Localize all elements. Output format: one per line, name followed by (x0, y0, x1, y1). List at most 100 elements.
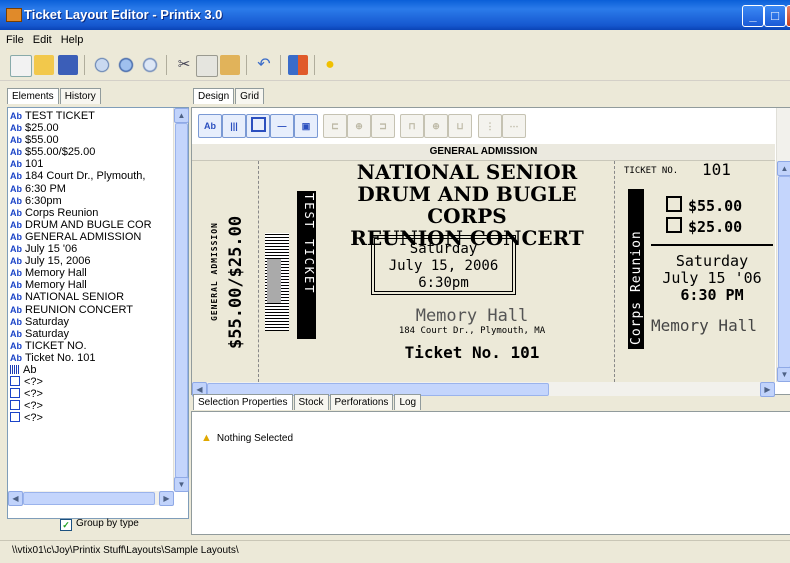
open-folder-icon[interactable] (34, 55, 54, 75)
tab-selection-properties[interactable]: Selection Properties (193, 394, 293, 410)
list-item[interactable]: Ab NATIONAL SENIOR (10, 291, 174, 303)
text-tool-icon[interactable]: Ab (198, 114, 222, 138)
cut-icon[interactable]: ✂ (174, 55, 194, 75)
text-element-icon: Ab (10, 328, 22, 339)
list-item[interactable]: Ab July 15, 2006 (10, 255, 174, 267)
list-item[interactable]: Ab $55.00/$25.00 (10, 146, 174, 158)
space-vertical-icon[interactable]: ⋯ (502, 114, 526, 138)
event-day: Saturday (409, 241, 478, 257)
list-item[interactable]: Ab 184 Court Dr., Plymouth, (10, 170, 174, 182)
align-right-icon[interactable]: ⊐ (371, 114, 395, 138)
list-item[interactable]: Ab Memory Hall (10, 267, 174, 279)
scroll-left-button[interactable]: ◀ (8, 491, 23, 506)
line-tool-icon[interactable]: — (270, 114, 294, 138)
paste-icon[interactable] (220, 55, 240, 75)
list-item-label: 101 (25, 158, 44, 171)
list-item-label: Saturday (25, 327, 70, 340)
minimize-button[interactable]: _ (742, 5, 764, 27)
list-item[interactable]: Ab Memory Hall (10, 279, 174, 291)
scroll-down-button[interactable]: ▼ (777, 367, 790, 382)
maximize-button[interactable]: □ (764, 5, 786, 27)
list-item[interactable]: <?> (10, 388, 174, 400)
align-top-icon[interactable]: ⊓ (400, 114, 424, 138)
list-item[interactable]: Ab $25.00 (10, 122, 174, 134)
scroll-right-button[interactable]: ▶ (159, 491, 174, 506)
list-item-label: 6:30 PM (25, 182, 66, 195)
list-item[interactable]: Ab Saturday (10, 328, 174, 340)
align-center-icon[interactable]: ⊕ (347, 114, 371, 138)
properties-icon[interactable] (288, 55, 308, 75)
stub-ticket-label: TICKET NO. (624, 166, 679, 176)
close-button[interactable]: X (786, 5, 790, 27)
toolbar-separator (84, 55, 85, 75)
align-bottom-icon[interactable]: ⊔ (448, 114, 472, 138)
elements-vertical-scrollbar[interactable]: ▲ ▼ (173, 108, 189, 492)
tab-grid[interactable]: Grid (235, 88, 265, 104)
list-item[interactable]: Ab (10, 364, 174, 376)
list-item[interactable]: Ab Saturday (10, 316, 174, 328)
price-option-2[interactable]: $25.00 (666, 217, 742, 236)
undo-icon[interactable]: ↶ (254, 55, 274, 75)
checkbox-icon[interactable] (666, 196, 682, 212)
tab-log[interactable]: Log (394, 394, 422, 410)
list-item[interactable]: Ab REUNION CONCERT (10, 304, 174, 316)
barcode-tool-icon[interactable]: ||| (222, 114, 246, 138)
scroll-up-button[interactable]: ▲ (174, 108, 189, 123)
list-item[interactable]: Ab DRUM AND BUGLE COR (10, 219, 174, 231)
list-item[interactable]: Ab $55.00 (10, 134, 174, 146)
stub-date: July 15 '06 (662, 269, 762, 287)
scroll-right-button[interactable]: ▶ (760, 382, 775, 397)
list-item[interactable]: <?> (10, 400, 174, 412)
list-item[interactable]: Ab 101 (10, 158, 174, 170)
space-horizontal-icon[interactable]: ⋮ (478, 114, 502, 138)
app-icon (6, 8, 22, 22)
scroll-thumb[interactable] (175, 123, 188, 478)
menu-help[interactable]: Help (55, 32, 87, 46)
scroll-thumb[interactable] (778, 176, 790, 368)
list-item-label: July 15 '06 (25, 243, 78, 256)
rectangle-tool-icon[interactable] (246, 114, 270, 138)
list-item[interactable]: Ab 6:30 PM (10, 183, 174, 195)
list-item[interactable]: Ab July 15 '06 (10, 243, 174, 255)
lightbulb-icon[interactable]: ● (320, 55, 340, 75)
tab-design[interactable]: Design (193, 88, 235, 104)
text-element-icon: Ab (10, 219, 22, 230)
menu-file[interactable]: File (0, 32, 27, 46)
list-item[interactable]: <?> (10, 376, 174, 388)
align-left-icon[interactable]: ⊏ (323, 114, 347, 138)
list-item[interactable]: Ab 6:30pm (10, 195, 174, 207)
side-price-label: $55.00/$25.00 (226, 215, 246, 349)
list-item[interactable]: Ab TICKET NO. (10, 340, 174, 352)
new-file-icon[interactable] (10, 55, 32, 77)
barcode[interactable] (265, 233, 289, 331)
zoom-icon[interactable] (116, 55, 136, 75)
menu-edit[interactable]: Edit (27, 32, 55, 46)
print-preview-icon[interactable] (140, 55, 160, 75)
design-vertical-scrollbar[interactable]: ▲ ▼ (776, 108, 790, 382)
scroll-down-button[interactable]: ▼ (174, 477, 189, 492)
save-icon[interactable] (58, 55, 78, 75)
list-item[interactable]: <?> (10, 412, 174, 424)
price-option-1-label: $55.00 (688, 197, 743, 215)
align-middle-icon[interactable]: ⊕ (424, 114, 448, 138)
preview-icon[interactable] (92, 55, 112, 75)
list-item[interactable]: Ab Corps Reunion (10, 207, 174, 219)
price-option-1[interactable]: $55.00 (666, 196, 742, 215)
text-element-icon: Ab (10, 135, 22, 146)
group-by-type-checkbox[interactable]: ✓ Group by type (60, 518, 139, 531)
ticket-canvas[interactable]: GENERAL ADMISSION $55.00/$25.00 TEST TIC… (192, 161, 775, 382)
list-item[interactable]: Ab Ticket No. 101 (10, 352, 174, 364)
tab-elements[interactable]: Elements (7, 88, 59, 104)
tab-stock[interactable]: Stock (293, 394, 329, 410)
list-item-label: DRUM AND BUGLE COR (25, 218, 152, 231)
scroll-up-button[interactable]: ▲ (777, 161, 790, 176)
elements-horizontal-scrollbar[interactable]: ◀ ▶ (8, 491, 174, 506)
copy-icon[interactable] (196, 55, 218, 77)
list-item[interactable]: Ab TEST TICKET (10, 110, 174, 122)
image-tool-icon[interactable]: ▣ (294, 114, 318, 138)
list-item[interactable]: Ab GENERAL ADMISSION (10, 231, 174, 243)
tab-history[interactable]: History (59, 88, 101, 104)
checkbox-icon[interactable] (666, 217, 682, 233)
tab-perforations[interactable]: Perforations (329, 394, 394, 410)
h-scroll-thumb[interactable] (23, 492, 155, 505)
